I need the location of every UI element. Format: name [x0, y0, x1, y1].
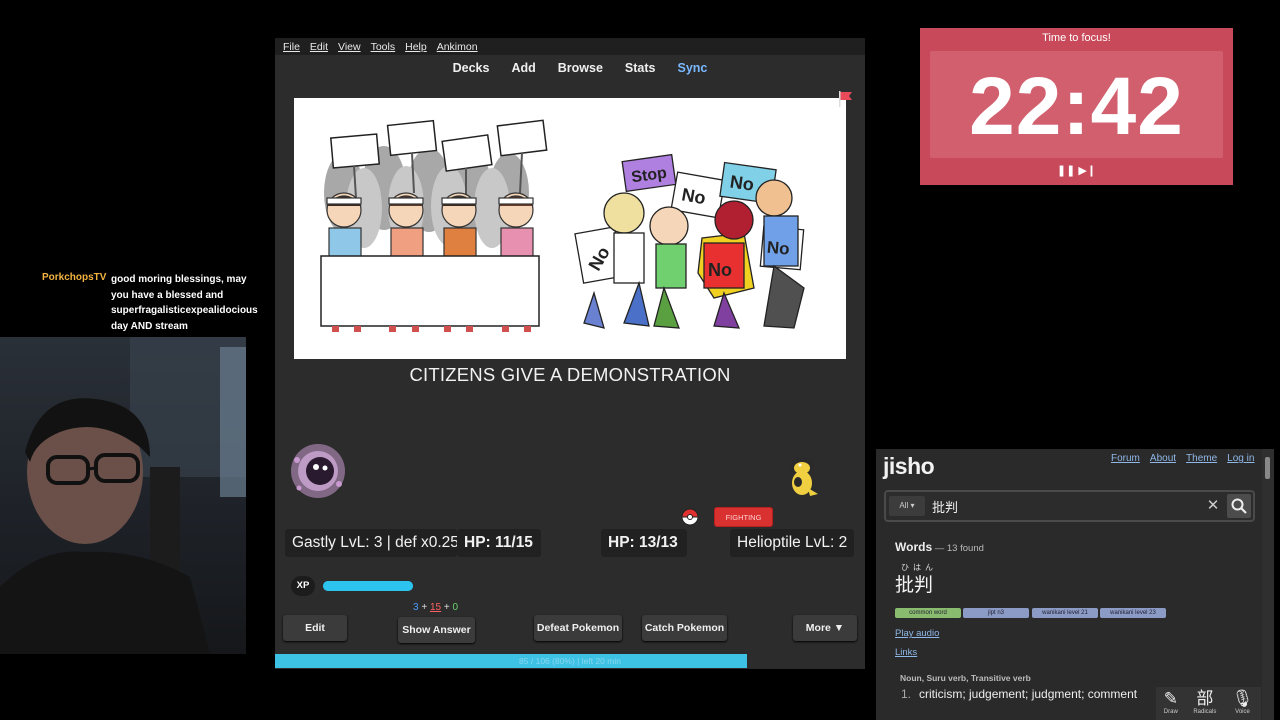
- helioptile-sprite: [790, 457, 818, 496]
- sign-no-text-5: No: [766, 238, 790, 259]
- links-link[interactable]: Links: [895, 647, 917, 658]
- jisho-scrollbar[interactable]: [1262, 449, 1274, 720]
- count-separator: +: [441, 602, 453, 613]
- catch-pokemon-button[interactable]: Catch Pokemon: [642, 615, 727, 641]
- gastly-sprite: [291, 444, 345, 498]
- timer-controls[interactable]: ❚❚ ▶❙: [920, 164, 1233, 177]
- progress-text: 85 / 106 (80%) | left 20 min: [519, 656, 621, 666]
- player-pokemon-level: Gastly LvL: 3 | def x0.25: [285, 529, 457, 557]
- voice-label: Voice: [1235, 709, 1250, 715]
- defeat-pokemon-button[interactable]: Defeat Pokemon: [534, 615, 622, 641]
- card-caption: CITIZENS GIVE A DEMONSTRATION: [409, 364, 731, 385]
- more-button[interactable]: More ▼: [793, 615, 857, 641]
- radicals-icon: 部: [1196, 689, 1214, 708]
- type-badge-fighting: FIGHTING: [714, 507, 773, 527]
- xp-bar-fill: [323, 581, 413, 591]
- search-scope-select[interactable]: All ▾: [889, 496, 925, 516]
- player-pokemon-hp: HP: 11/15: [457, 529, 541, 557]
- webcam-person: [0, 337, 246, 654]
- tag-wanikani-23: wanikani level 23: [1100, 608, 1166, 618]
- toolbar-sync[interactable]: Sync: [678, 61, 708, 75]
- chat-message: good moring blessings, may you have a bl…: [111, 274, 258, 332]
- draw-label: Draw: [1163, 709, 1178, 715]
- search-icon[interactable]: [1227, 494, 1251, 518]
- menu-file[interactable]: File: [283, 41, 300, 53]
- edit-button[interactable]: Edit: [283, 615, 347, 641]
- timer-display: 22:42: [930, 51, 1223, 158]
- draw-tool[interactable]: ✎ Draw: [1164, 687, 1178, 720]
- word-meaning: 1. criticism; judgement; judgment; commen…: [901, 687, 1137, 701]
- voice-tool[interactable]: 🎙 Voice: [1232, 687, 1254, 720]
- menu-bar: File Edit View Tools Help Ankimon: [275, 38, 865, 55]
- menu-ankimon[interactable]: Ankimon: [437, 41, 478, 53]
- nav-about[interactable]: About: [1150, 453, 1176, 464]
- jisho-logo[interactable]: jisho: [883, 453, 935, 480]
- review-count: 0: [452, 602, 459, 613]
- nav-login[interactable]: Log in: [1227, 453, 1254, 464]
- radicals-tool[interactable]: 部 Radicals: [1193, 687, 1216, 720]
- toolbar-add[interactable]: Add: [511, 61, 535, 75]
- menu-help[interactable]: Help: [405, 41, 427, 53]
- words-heading: Words — 13 found: [895, 540, 984, 554]
- nav-forum[interactable]: Forum: [1111, 453, 1140, 464]
- menu-tools[interactable]: Tools: [371, 41, 396, 53]
- sign-no-text-2: No: [729, 172, 756, 195]
- toolbar-decks[interactable]: Decks: [453, 61, 490, 75]
- sign-no-text-4: No: [708, 260, 732, 280]
- tag-common-word: common word: [895, 608, 961, 618]
- meaning-text: criticism; judgement; judgment; comment: [919, 687, 1138, 701]
- timer-clock: 22:42: [969, 61, 1184, 152]
- jisho-scrollbar-thumb[interactable]: [1265, 457, 1270, 479]
- part-of-speech: Noun, Suru verb, Transitive verb: [900, 673, 1031, 683]
- clear-icon[interactable]: ✕: [1204, 496, 1222, 516]
- input-tools: ✎ Draw 部 Radicals 🎙 Voice: [1156, 687, 1261, 720]
- show-answer-button[interactable]: Show Answer: [398, 617, 475, 643]
- words-found-count: — 13 found: [932, 543, 984, 554]
- radicals-label: Radicals: [1193, 709, 1217, 715]
- sign-no-text-1: No: [680, 184, 707, 208]
- nav-theme[interactable]: Theme: [1186, 453, 1217, 464]
- demonstration-illustration: Stop No No No No No: [320, 119, 805, 332]
- toolbar-browse[interactable]: Browse: [558, 61, 603, 75]
- count-separator: +: [418, 602, 430, 613]
- tag-wanikani-21: wanikani level 21: [1032, 608, 1098, 618]
- jisho-search-bar: All ▾ 批判 ✕: [884, 490, 1255, 522]
- meaning-number: 1.: [901, 687, 912, 701]
- tag-jlpt: jlpt n3: [963, 608, 1029, 618]
- xp-label: XP: [291, 576, 315, 596]
- word-kanji: 批判: [895, 575, 934, 596]
- learn-count: 15: [429, 602, 442, 613]
- microphone-icon: 🎙: [1231, 689, 1254, 708]
- menu-view[interactable]: View: [338, 41, 361, 53]
- flag-icon[interactable]: [837, 90, 853, 108]
- toolbar-stats[interactable]: Stats: [625, 61, 656, 75]
- search-input[interactable]: 批判: [932, 497, 958, 516]
- play-audio-link[interactable]: Play audio: [895, 628, 939, 639]
- webcam-feed: [0, 337, 246, 654]
- focus-timer: Time to focus! 22:42 ❚❚ ▶❙: [920, 28, 1233, 185]
- card-counts: 3 + 15 + 0: [413, 602, 458, 613]
- jisho-nav: Forum About Theme Log in: [1111, 453, 1254, 464]
- words-label: Words: [895, 540, 933, 554]
- enemy-pokemon-hp: HP: 13/13: [601, 529, 687, 557]
- enemy-pokemon-level: Helioptile LvL: 2: [730, 529, 854, 557]
- jisho-panel: jisho Forum About Theme Log in All ▾ 批判 …: [876, 449, 1274, 720]
- pokeball-icon: [681, 508, 699, 526]
- draw-icon: ✎: [1163, 689, 1178, 708]
- chat-username: PorkchopsTV: [42, 272, 107, 283]
- timer-title: Time to focus!: [1042, 32, 1111, 44]
- anki-window: File Edit View Tools Help Ankimon Decks …: [275, 38, 865, 669]
- menu-edit[interactable]: Edit: [310, 41, 328, 53]
- card-image: Stop No No No No No: [294, 98, 846, 359]
- main-toolbar: Decks Add Browse Stats Sync: [275, 55, 865, 81]
